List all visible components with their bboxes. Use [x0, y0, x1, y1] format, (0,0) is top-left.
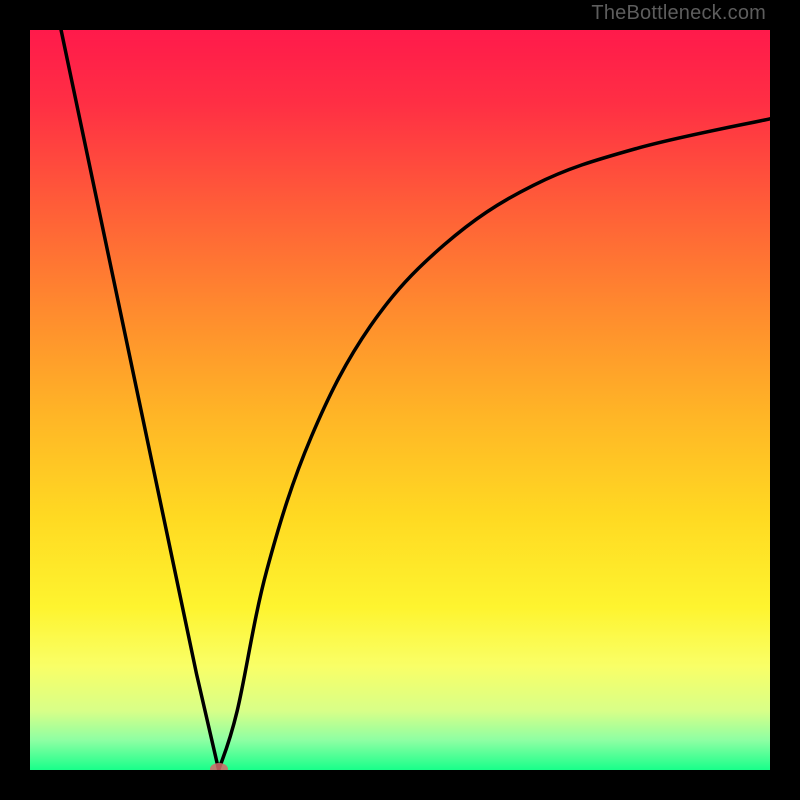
bottleneck-curve [61, 30, 770, 770]
chart-frame: TheBottleneck.com [0, 0, 800, 800]
curve-layer [30, 30, 770, 770]
marker-min-point [210, 763, 228, 770]
plot-area [30, 30, 770, 770]
watermark-text: TheBottleneck.com [591, 2, 766, 25]
